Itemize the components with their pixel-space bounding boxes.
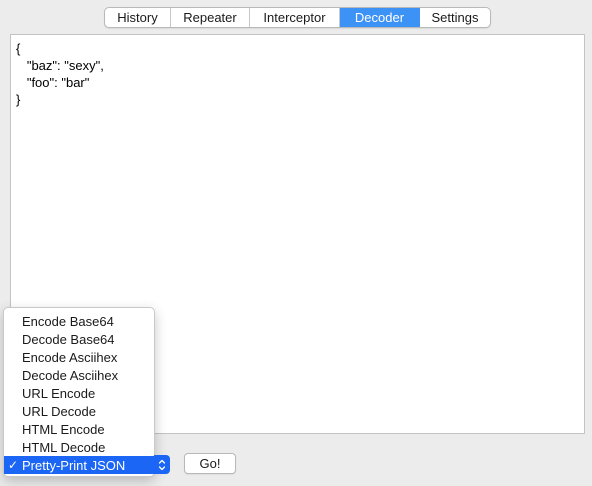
tab-bar: History Repeater Interceptor Decoder Set… — [104, 7, 491, 28]
checkmark-icon: ✓ — [8, 458, 19, 472]
chevron-up-down-icon — [158, 459, 166, 470]
tab-history[interactable]: History — [105, 8, 171, 27]
menu-item-decode-asciihex[interactable]: Decode Asciihex — [4, 366, 154, 384]
menu-item-decode-base64[interactable]: Decode Base64 — [4, 330, 154, 348]
menu-item-html-decode[interactable]: HTML Decode — [4, 438, 154, 456]
popup-arrows-icon[interactable] — [154, 455, 170, 474]
menu-item-pretty-print-json[interactable]: ✓ Pretty-Print JSON — [4, 456, 154, 474]
menu-item-label: Pretty-Print JSON — [22, 457, 126, 473]
menu-item-html-encode[interactable]: HTML Encode — [4, 420, 154, 438]
tab-decoder[interactable]: Decoder — [340, 8, 420, 27]
menu-item-encode-asciihex[interactable]: Encode Asciihex — [4, 348, 154, 366]
decoder-text-content: { "baz": "sexy", "foo": "bar" } — [16, 41, 104, 107]
tab-settings[interactable]: Settings — [420, 8, 490, 27]
tab-interceptor[interactable]: Interceptor — [250, 8, 340, 27]
menu-item-url-encode[interactable]: URL Encode — [4, 384, 154, 402]
decoder-operation-menu: Encode Base64 Decode Base64 Encode Ascii… — [3, 307, 155, 477]
tab-repeater[interactable]: Repeater — [171, 8, 250, 27]
menu-item-url-decode[interactable]: URL Decode — [4, 402, 154, 420]
menu-item-encode-base64[interactable]: Encode Base64 — [4, 312, 154, 330]
go-button[interactable]: Go! — [184, 453, 236, 474]
